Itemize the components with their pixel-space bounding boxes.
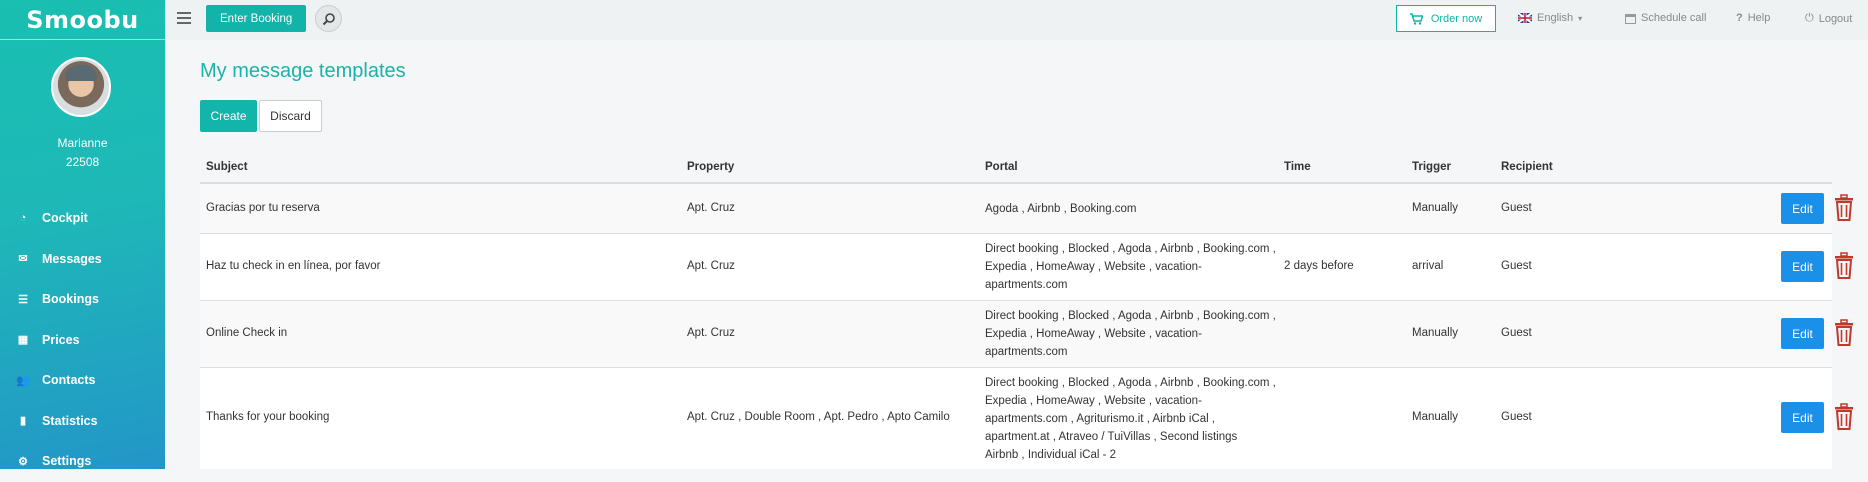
sidebar-item-label: Settings <box>42 454 92 469</box>
cell-recipient: Guest <box>1501 202 1532 214</box>
table-row: Haz tu check in en línea, por favor Apt.… <box>200 234 1853 301</box>
column-header-property: Property <box>687 161 735 173</box>
column-header-recipient: Recipient <box>1501 161 1553 173</box>
schedule-call-label: Schedule call <box>1641 12 1707 24</box>
edit-button[interactable]: Edit <box>1781 318 1824 349</box>
avatar[interactable] <box>51 57 111 117</box>
search-button[interactable] <box>315 5 342 32</box>
sidebar-item-label: Statistics <box>42 413 98 428</box>
logo-bar: Smoobu <box>0 0 165 40</box>
sidebar-item-label: Cockpit <box>42 211 88 226</box>
calendar-icon <box>1625 13 1636 24</box>
user-name: Marianne <box>57 136 108 150</box>
language-selector[interactable]: English ▾ <box>1518 12 1582 24</box>
cell-time: 2 days before <box>1284 260 1354 272</box>
sidebar-item-label: Bookings <box>42 292 99 307</box>
sidebar-nav: ◔ Cockpit ✉ Messages ☰ Bookings ▦ Prices… <box>0 198 165 482</box>
dashboard-icon: ◔ <box>19 212 27 225</box>
cell-recipient: Guest <box>1501 260 1532 272</box>
gear-icon: ⚙ <box>18 455 28 468</box>
user-id: 22508 <box>65 155 100 169</box>
sidebar-item-contacts[interactable]: 👥 Contacts <box>0 360 165 401</box>
users-icon: 👥 <box>16 374 30 387</box>
cell-trigger: Manually <box>1412 327 1459 339</box>
cell-subject: Haz tu check in en línea, por favor <box>206 260 381 272</box>
column-header-trigger: Trigger <box>1412 161 1451 173</box>
sidebar-item-label: Messages <box>42 251 102 266</box>
sidebar-item-statistics[interactable]: ▮ Statistics <box>0 401 165 442</box>
order-now-label: Order now <box>1430 12 1483 25</box>
table-header: Subject Property Portal Time Trigger Rec… <box>200 154 1832 184</box>
cell-portal: Direct booking , Blocked , Agoda , Airbn… <box>985 310 1276 358</box>
sidebar-item-settings[interactable]: ⚙ Settings <box>0 441 165 482</box>
sidebar-item-prices[interactable]: ▦ Prices <box>0 320 165 361</box>
edit-button[interactable]: Edit <box>1781 251 1824 282</box>
envelope-icon: ✉ <box>18 253 28 266</box>
bar-chart-icon: ▮ <box>19 415 27 428</box>
column-header-subject: Subject <box>206 161 248 173</box>
table-row: Gracias por tu reserva Apt. Cruz Agoda ,… <box>200 184 1853 234</box>
discard-button[interactable]: Discard <box>259 100 322 132</box>
app-logo[interactable]: Smoobu <box>26 6 139 34</box>
trash-icon[interactable] <box>1833 403 1855 431</box>
question-icon: ? <box>1736 12 1743 24</box>
sidebar-item-messages[interactable]: ✉ Messages <box>0 239 165 280</box>
column-header-time: Time <box>1284 161 1311 173</box>
logout-label: Logout <box>1818 12 1853 25</box>
cell-recipient: Guest <box>1501 411 1532 423</box>
language-label: English <box>1537 12 1574 24</box>
schedule-call-link[interactable]: Schedule call <box>1625 12 1706 24</box>
sidebar-item-bookings[interactable]: ☰ Bookings <box>0 279 165 320</box>
trash-icon[interactable] <box>1833 194 1855 222</box>
cell-property: Apt. Cruz <box>687 327 735 339</box>
cell-recipient: Guest <box>1501 327 1532 339</box>
order-now-button[interactable]: Order now <box>1396 5 1496 32</box>
enter-booking-button[interactable]: Enter Booking <box>206 5 307 32</box>
uk-flag-icon <box>1518 13 1532 23</box>
cell-subject: Online Check in <box>206 327 288 339</box>
templates-table: Subject Property Portal Time Trigger Rec… <box>200 154 1853 469</box>
cart-icon <box>1409 12 1423 25</box>
cell-trigger: Manually <box>1412 411 1459 423</box>
table-row: Thanks for your booking Apt. Cruz , Doub… <box>200 368 1853 469</box>
sidebar: Smoobu Marianne 22508 ◔ Cockpit ✉ Messag… <box>0 0 165 469</box>
power-icon: ⏻ <box>1805 12 1814 24</box>
table-row: Online Check in Apt. Cruz Direct booking… <box>200 301 1853 368</box>
menu-toggle-icon[interactable] <box>177 12 191 24</box>
help-link[interactable]: ? Help <box>1736 12 1770 24</box>
cell-portal: Agoda , Airbnb , Booking.com <box>985 203 1137 215</box>
column-header-portal: Portal <box>985 161 1018 173</box>
help-label: Help <box>1747 12 1771 24</box>
edit-button[interactable]: Edit <box>1781 402 1824 433</box>
cell-property: Apt. Cruz <box>687 202 735 214</box>
cell-portal: Direct booking , Blocked , Agoda , Airbn… <box>985 243 1276 291</box>
list-icon: ☰ <box>18 293 28 306</box>
trash-icon[interactable] <box>1833 319 1855 347</box>
trash-icon[interactable] <box>1833 252 1855 280</box>
search-icon <box>322 12 335 25</box>
create-button[interactable]: Create <box>200 100 257 132</box>
cell-portal: Direct booking , Blocked , Agoda , Airbn… <box>985 377 1276 461</box>
sidebar-item-label: Prices <box>42 332 80 347</box>
chevron-down-icon: ▾ <box>1578 13 1583 23</box>
sidebar-item-label: Contacts <box>42 373 96 388</box>
cell-subject: Thanks for your booking <box>206 411 330 423</box>
cell-subject: Gracias por tu reserva <box>206 202 320 214</box>
cell-trigger: Manually <box>1412 202 1459 214</box>
top-bar: Enter Booking Order now English ▾ Schedu… <box>165 0 1868 40</box>
cell-trigger: arrival <box>1412 260 1444 272</box>
edit-button[interactable]: Edit <box>1781 193 1824 224</box>
cell-property: Apt. Cruz , Double Room , Apt. Pedro , A… <box>687 411 950 423</box>
sidebar-item-cockpit[interactable]: ◔ Cockpit <box>0 198 165 239</box>
calculator-icon: ▦ <box>17 334 29 347</box>
page-title: My message templates <box>200 60 406 82</box>
cell-property: Apt. Cruz <box>687 260 735 272</box>
logout-link[interactable]: ⏻ Logout <box>1805 12 1852 25</box>
